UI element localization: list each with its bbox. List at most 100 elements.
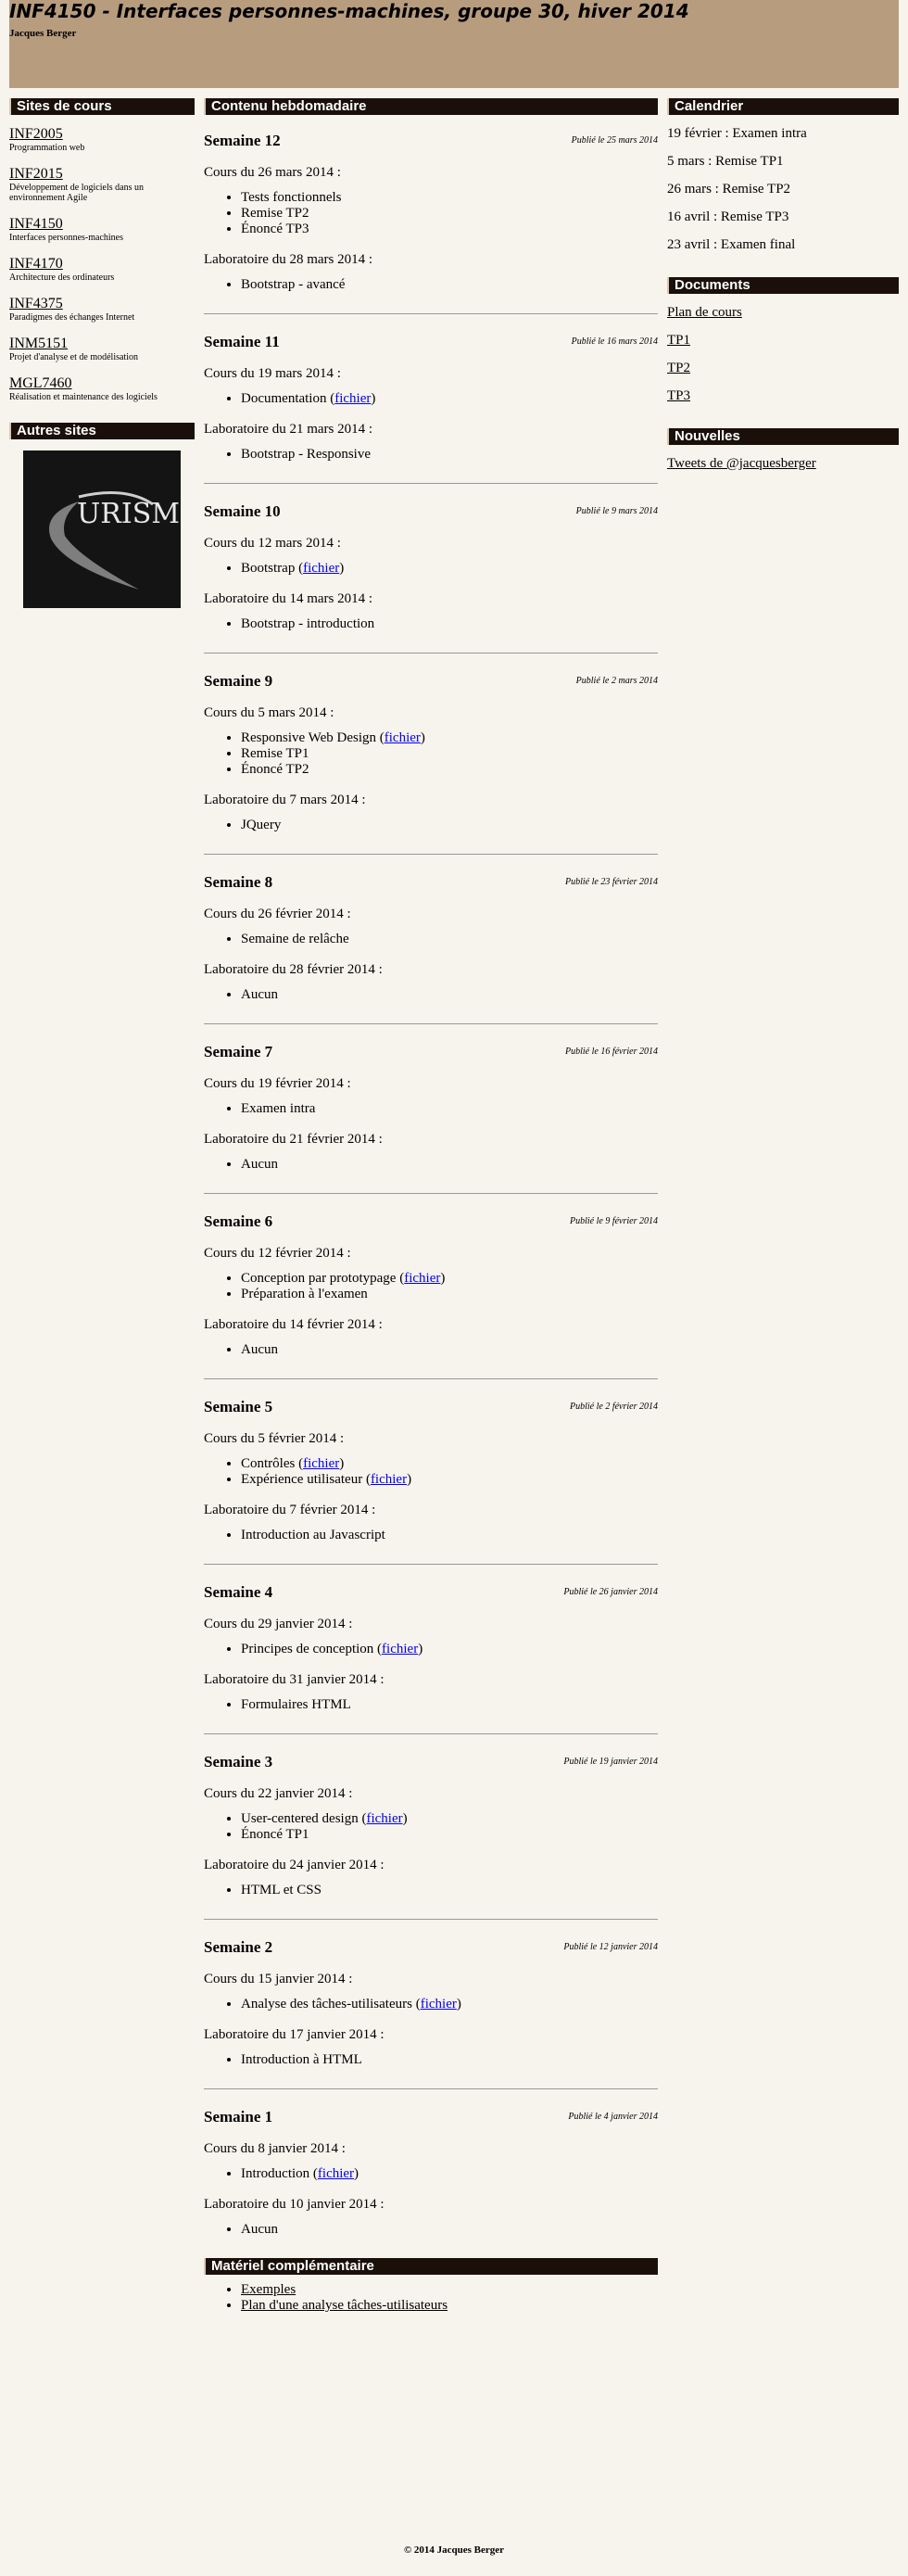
lab-date: Laboratoire du 10 janvier 2014 :	[204, 2197, 385, 2212]
item-text: JQuery	[241, 818, 282, 832]
week-header: Semaine 3 Publié le 19 janvier 2014	[204, 1753, 658, 1771]
list-item: Aucun	[241, 2222, 658, 2238]
file-link[interactable]: fichier	[421, 1997, 457, 2011]
item-text: Énoncé TP1	[241, 1827, 309, 1842]
lab-items: Aucun	[204, 2222, 658, 2238]
calendar-entry: 16 avril : Remise TP3	[667, 209, 789, 224]
site-item: INM5151 Projet d'analyse et de modélisati…	[9, 336, 195, 362]
list-item: Bootstrap - avancé	[241, 277, 658, 293]
week-section: Semaine 6 Publié le 9 février 2014 Cours d…	[204, 1212, 658, 1379]
file-link[interactable]: fichier	[385, 730, 421, 745]
extra-link[interactable]: Plan d'une analyse tâches-utilisateurs	[241, 2298, 448, 2313]
document-link[interactable]: TP1	[667, 333, 899, 349]
site-link[interactable]: INF2005	[9, 126, 195, 143]
lab-items: Aucun	[204, 987, 658, 1003]
week-header: Semaine 8 Publié le 23 février 2014	[204, 873, 658, 892]
site-link[interactable]: INF4170	[9, 256, 195, 273]
lab-date: Laboratoire du 17 janvier 2014 :	[204, 2027, 385, 2042]
lab-date: Laboratoire du 28 mars 2014 :	[204, 252, 373, 267]
course-date: Cours du 15 janvier 2014 :	[204, 1972, 353, 1986]
course-date: Cours du 12 mars 2014 :	[204, 536, 341, 551]
item-text: Préparation à l'examen	[241, 1287, 368, 1301]
file-link[interactable]: fichier	[334, 391, 371, 406]
extra-link[interactable]: Exemples	[241, 2282, 296, 2297]
week-title: Semaine 7	[204, 1043, 273, 1060]
week-header: Semaine 9 Publié le 2 mars 2014	[204, 672, 658, 691]
posted-date: Publié le 2 février 2014	[570, 1402, 658, 1412]
urism-logo[interactable]: URISM	[23, 450, 181, 608]
week-section: Semaine 1 Publié le 4 janvier 2014 Cours d…	[204, 2108, 658, 2258]
list-item: Aucun	[241, 987, 658, 1003]
week-header: Semaine 11 Publié le 16 mars 2014	[204, 333, 658, 351]
list-item: Aucun	[241, 1342, 658, 1358]
site-link[interactable]: INF4375	[9, 296, 195, 312]
list-item: Plan d'une analyse tâches-utilisateurs	[241, 2298, 658, 2314]
lab-date: Laboratoire du 7 mars 2014 :	[204, 793, 366, 807]
list-item: Examen intra	[241, 1101, 658, 1117]
site-link[interactable]: INF2015	[9, 166, 195, 183]
item-text: Responsive Web Design (	[241, 730, 385, 745]
week-section: Semaine 12 Publié le 25 mars 2014 Cours du…	[204, 132, 658, 314]
lab-date: Laboratoire du 14 février 2014 :	[204, 1317, 383, 1332]
week-section: Semaine 11 Publié le 16 mars 2014 Cours du…	[204, 333, 658, 484]
list-item: Contrôles (fichier)	[241, 1456, 658, 1472]
site-description: Projet d'analyse et de modélisation	[9, 352, 138, 362]
week-section: Semaine 5 Publié le 2 février 2014 Cours d…	[204, 1398, 658, 1565]
document-link[interactable]: TP3	[667, 388, 899, 404]
file-link[interactable]: fichier	[382, 1642, 418, 1656]
document-link[interactable]: TP2	[667, 361, 899, 376]
lab-date: Laboratoire du 7 février 2014 :	[204, 1503, 376, 1517]
list-item: Formulaires HTML	[241, 1697, 658, 1713]
file-link[interactable]: fichier	[371, 1472, 407, 1487]
document-link[interactable]: Plan de cours	[667, 305, 899, 321]
sites-heading: Sites de cours	[9, 98, 195, 115]
posted-date: Publié le 16 mars 2014	[571, 336, 658, 347]
calendar-entry: 19 février : Examen intra	[667, 126, 807, 141]
site-description: Développement de logiciels dans un envir…	[9, 183, 144, 203]
list-item: Expérience utilisateur (fichier)	[241, 1472, 658, 1488]
week-section: Semaine 3 Publié le 19 janvier 2014 Cours …	[204, 1753, 658, 1920]
file-link[interactable]: fichier	[366, 1811, 402, 1826]
course-items: User-centered design (fichier)Énoncé TP1	[204, 1811, 658, 1843]
item-text: Bootstrap - introduction	[241, 616, 375, 631]
file-link[interactable]: fichier	[303, 561, 339, 576]
item-text: Introduction au Javascript	[241, 1528, 385, 1542]
left-sidebar: Sites de cours INF2005 Programmation web I…	[9, 98, 195, 608]
file-link[interactable]: fichier	[318, 2166, 354, 2181]
twitter-link[interactable]: Tweets de @jacquesberger	[667, 456, 899, 472]
course-date: Cours du 5 février 2014 :	[204, 1431, 345, 1446]
week-header: Semaine 12 Publié le 25 mars 2014	[204, 132, 658, 150]
site-link[interactable]: MGL7460	[9, 375, 195, 392]
item-text-after: )	[456, 1997, 461, 2011]
week-header: Semaine 10 Publié le 9 mars 2014	[204, 502, 658, 521]
item-text: Énoncé TP2	[241, 762, 309, 777]
item-text: User-centered design (	[241, 1811, 367, 1826]
item-text: Conception par prototypage (	[241, 1271, 405, 1286]
posted-date: Publié le 12 janvier 2014	[563, 1942, 658, 1952]
extra-material-heading: Matériel complémentaire	[204, 2258, 658, 2275]
site-item: INF2015 Développement de logiciels dans u…	[9, 166, 195, 203]
list-item: Remise TP1	[241, 746, 658, 762]
list-item: HTML et CSS	[241, 1883, 658, 1898]
site-link[interactable]: INF4150	[9, 216, 195, 233]
posted-date: Publié le 16 février 2014	[565, 1047, 658, 1057]
site-item: MGL7460 Réalisation et maintenance des lo…	[9, 375, 195, 402]
site-link[interactable]: INM5151	[9, 336, 195, 352]
item-text: Analyse des tâches-utilisateurs (	[241, 1997, 421, 2011]
item-text: Examen intra	[241, 1101, 316, 1116]
course-date: Cours du 19 février 2014 :	[204, 1076, 351, 1091]
course-items: Principes de conception (fichier)	[204, 1642, 658, 1657]
item-text: Remise TP2	[241, 206, 309, 221]
file-link[interactable]: fichier	[303, 1456, 339, 1471]
list-item: Exemples	[241, 2282, 658, 2298]
item-text: Bootstrap - avancé	[241, 277, 346, 292]
urism-logo-icon: URISM	[23, 450, 181, 608]
list-item: Responsive Web Design (fichier)	[241, 730, 658, 746]
lab-date: Laboratoire du 31 janvier 2014 :	[204, 1672, 385, 1687]
course-items: Documentation (fichier)	[204, 391, 658, 407]
file-link[interactable]: fichier	[404, 1271, 440, 1286]
lab-date: Laboratoire du 14 mars 2014 :	[204, 591, 373, 606]
